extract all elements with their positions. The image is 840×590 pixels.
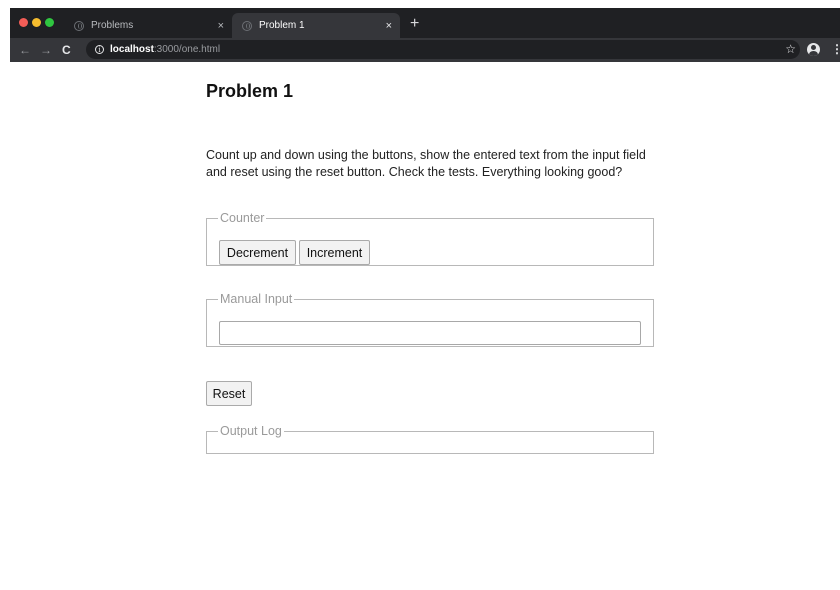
- output-log-fieldset: Output Log: [206, 424, 654, 454]
- globe-icon: [242, 20, 252, 31]
- browser-toolbar: ← → C i localhost:3000/one.html ☆ ⋮: [10, 38, 840, 62]
- tab-label: Problems: [91, 20, 134, 31]
- url-text: localhost:3000/one.html: [110, 44, 220, 55]
- output-log-legend: Output Log: [220, 424, 282, 438]
- profile-icon[interactable]: [807, 43, 820, 56]
- reset-button[interactable]: Reset: [206, 381, 252, 406]
- counter-fieldset: Counter Decrement Increment: [206, 211, 654, 266]
- increment-button[interactable]: Increment: [299, 240, 370, 265]
- address-bar[interactable]: i localhost:3000/one.html ☆: [86, 40, 800, 59]
- page-description: Count up and down using the buttons, sho…: [206, 148, 646, 179]
- counter-legend: Counter: [220, 211, 265, 225]
- manual-input-legend: Manual Input: [220, 292, 293, 306]
- close-tab-icon[interactable]: ×: [386, 20, 392, 32]
- decrement-button[interactable]: Decrement: [219, 240, 296, 265]
- page-content: Problem 1 Count up and down using the bu…: [10, 62, 840, 590]
- url-path: :3000/one.html: [153, 44, 221, 55]
- info-icon[interactable]: i: [95, 45, 104, 54]
- menu-icon[interactable]: ⋮: [831, 43, 840, 55]
- url-host: localhost: [110, 44, 154, 55]
- tab-problem-1[interactable]: Problem 1 ×: [232, 13, 400, 38]
- tab-strip: Problems × Problem 1 × +: [10, 8, 840, 38]
- forward-arrow-icon[interactable]: →: [40, 42, 52, 58]
- tab-label: Problem 1: [259, 20, 305, 31]
- window-minimize-dot[interactable]: [32, 18, 41, 27]
- manual-text-input[interactable]: [219, 321, 641, 345]
- tab-problems[interactable]: Problems ×: [64, 13, 232, 38]
- back-arrow-icon[interactable]: ←: [19, 42, 31, 58]
- globe-icon: [74, 20, 84, 31]
- window-close-dot[interactable]: [19, 18, 28, 27]
- star-icon[interactable]: ☆: [785, 42, 796, 56]
- reload-icon[interactable]: C: [62, 42, 71, 58]
- close-tab-icon[interactable]: ×: [218, 20, 224, 32]
- page-title: Problem 1: [206, 81, 294, 101]
- window-zoom-dot[interactable]: [45, 18, 54, 27]
- manual-input-fieldset: Manual Input: [206, 292, 654, 347]
- new-tab-icon[interactable]: +: [410, 16, 419, 32]
- browser-window: Problems × Problem 1 × + ← → C i localho…: [10, 8, 840, 590]
